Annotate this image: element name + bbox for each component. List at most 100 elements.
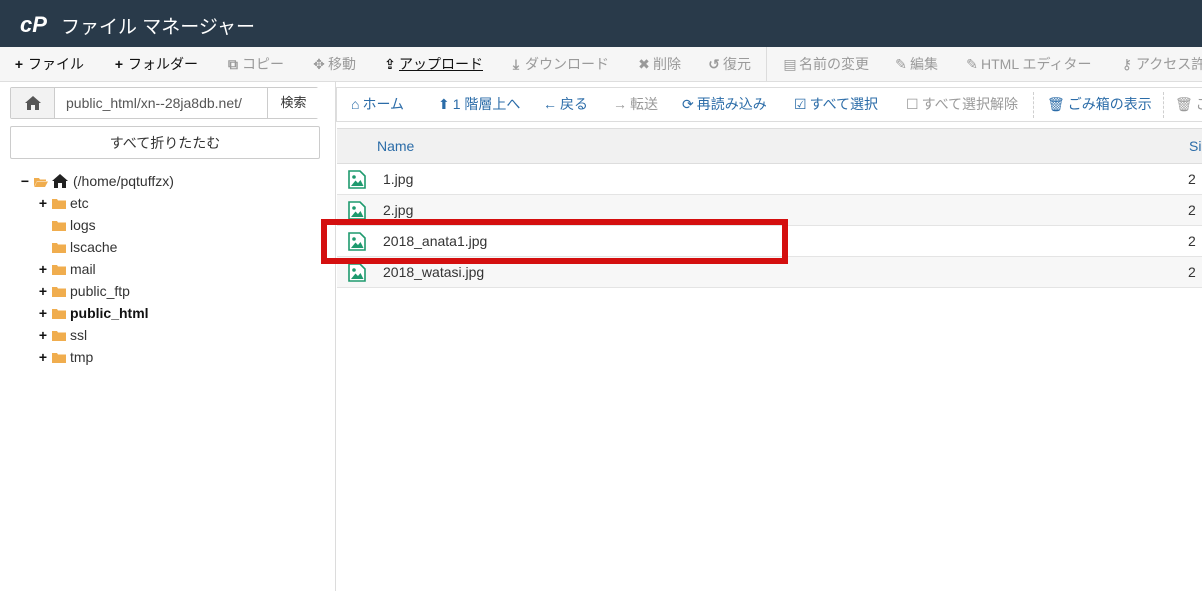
tree-item-label: tmp	[70, 349, 94, 365]
nav-up-button[interactable]: ⬆ 1 階層上へ	[438, 88, 520, 121]
expand-icon[interactable]: +	[38, 280, 48, 302]
html-editor-button[interactable]: ✎ HTML エディター	[965, 47, 1091, 81]
image-file-icon	[348, 201, 366, 220]
home-icon	[25, 96, 41, 110]
new-folder-button[interactable]: + フォルダー	[112, 47, 198, 81]
nav-divider	[1163, 92, 1164, 118]
folder-icon	[52, 309, 66, 319]
pencil-icon: ✎	[895, 56, 907, 72]
view-trash-button[interactable]: 🗑 ごみ箱の表示	[1047, 88, 1152, 121]
collapse-icon[interactable]: −	[20, 170, 30, 192]
search-button[interactable]: 検索	[267, 88, 319, 118]
edit-icon: ✎	[966, 56, 978, 72]
collapse-all-button[interactable]: すべて折りたたむ	[10, 126, 320, 159]
home-icon: ⌂	[351, 96, 360, 112]
checkbox-checked-icon: ☑	[794, 96, 807, 112]
upload-icon: ⇪	[384, 56, 396, 72]
move-button[interactable]: ✥ 移動	[312, 47, 356, 81]
deselect-all-button[interactable]: ☐ すべて選択解除	[906, 88, 1018, 121]
undo-icon: ↺	[708, 56, 720, 72]
move-icon: ✥	[313, 56, 325, 72]
panel-divider	[335, 81, 336, 591]
trash-icon: 🗑	[1047, 96, 1065, 112]
empty-trash-button[interactable]: 🗑ご	[1175, 88, 1202, 121]
nav-home-button[interactable]: ⌂ ホーム	[351, 88, 404, 121]
tree-item[interactable]: + ssl	[38, 324, 288, 346]
restore-button[interactable]: ↺ 復元	[707, 47, 751, 81]
column-header-name[interactable]: Name	[377, 129, 414, 163]
main-toolbar: + ファイル + フォルダー ⧉ コピー ✥ 移動 ⇪ アップロード ⤓ ダウンロード ✖ 削…	[0, 47, 1202, 82]
checkbox-empty-icon: ☐	[906, 96, 919, 112]
download-button[interactable]: ⤓ ダウンロード	[509, 47, 609, 81]
trash-icon: 🗑	[1175, 96, 1193, 112]
plus-icon: +	[14, 56, 24, 72]
folder-icon	[52, 287, 66, 297]
cpanel-logo-icon: cP	[20, 12, 47, 37]
plus-icon: +	[114, 56, 124, 72]
copy-button[interactable]: ⧉ コピー	[226, 47, 284, 81]
nav-forward-button[interactable]: → 転送	[613, 88, 658, 121]
close-icon: ✖	[638, 56, 650, 72]
navigation-bar: ⌂ ホーム ⬆ 1 階層上へ ← 戻る → 転送 ⟳ 再読み込み ☑ すべて選択 ☐ すべて選…	[336, 87, 1202, 122]
tree-item[interactable]: + public_ftp	[38, 280, 288, 302]
app-header: cP ファイル マネージャー	[0, 0, 1202, 47]
image-file-icon	[348, 263, 366, 282]
rename-button[interactable]: ▤ 名前の変更	[783, 47, 869, 81]
copy-icon: ⧉	[228, 56, 238, 72]
svg-text:cP: cP	[20, 12, 47, 37]
upload-button[interactable]: ⇪ アップロード	[383, 47, 483, 81]
home-directory-button[interactable]	[11, 88, 55, 118]
highlight-box	[321, 219, 788, 264]
file-size: 2	[1188, 264, 1196, 280]
tree-item-label: public_ftp	[70, 283, 130, 299]
expand-icon[interactable]: +	[38, 346, 48, 368]
folder-icon	[52, 331, 66, 341]
expand-icon[interactable]: +	[38, 324, 48, 346]
tree-item[interactable]: + mail	[38, 258, 288, 280]
image-file-icon	[348, 170, 366, 189]
arrow-right-icon: →	[613, 96, 627, 112]
tree-item[interactable]: + tmp	[38, 346, 288, 368]
new-file-button[interactable]: + ファイル	[12, 47, 84, 81]
edit-button[interactable]: ✎ 編集	[894, 47, 938, 81]
tree-item[interactable]: lscache	[38, 236, 288, 258]
nav-reload-button[interactable]: ⟳ 再読み込み	[682, 88, 767, 121]
download-icon: ⤓	[512, 56, 520, 72]
tree-item-label: (/home/pqtuffzx)	[73, 173, 174, 189]
level-up-icon: ⬆	[438, 96, 450, 112]
permissions-button[interactable]: ⚷ アクセス許	[1120, 47, 1202, 81]
column-header-size[interactable]: Si	[1189, 129, 1201, 163]
nav-back-button[interactable]: ← 戻る	[543, 88, 588, 121]
tree-item-label: logs	[70, 217, 96, 233]
tree-item-label: mail	[70, 261, 96, 277]
tree-item-label: ssl	[70, 327, 88, 343]
tree-item-label: lscache	[70, 239, 118, 255]
refresh-icon: ⟳	[682, 96, 694, 112]
page-title: ファイル マネージャー	[61, 17, 255, 38]
tree-item[interactable]: + etc	[38, 192, 288, 214]
table-header: Name Si	[337, 128, 1202, 164]
select-all-button[interactable]: ☑ すべて選択	[794, 88, 878, 121]
path-search-group: 検索	[10, 87, 319, 119]
table-row[interactable]: 1.jpg 2	[337, 164, 1202, 195]
folder-icon	[52, 221, 66, 231]
folder-icon	[52, 199, 66, 209]
tree-item[interactable]: logs	[38, 214, 288, 236]
arrow-left-icon: ←	[543, 96, 557, 112]
tree-item[interactable]: + public_html	[38, 302, 288, 324]
file-size: 2	[1188, 233, 1196, 249]
file-name[interactable]: 1.jpg	[383, 164, 413, 194]
delete-button[interactable]: ✖ 削除	[637, 47, 681, 81]
expand-icon[interactable]: +	[38, 192, 48, 214]
home-icon	[52, 174, 68, 188]
path-input[interactable]	[55, 88, 267, 118]
key-icon: ⚷	[1121, 56, 1133, 72]
expand-icon[interactable]: +	[38, 258, 48, 280]
file-size: 2	[1188, 202, 1196, 218]
folder-icon	[52, 265, 66, 275]
tree-item[interactable]: − (/home/pqtuffzx)	[20, 170, 270, 192]
expand-icon[interactable]: +	[38, 302, 48, 324]
tree-item-label: etc	[70, 195, 89, 211]
folder-icon	[52, 243, 66, 253]
folder-icon	[52, 353, 66, 363]
